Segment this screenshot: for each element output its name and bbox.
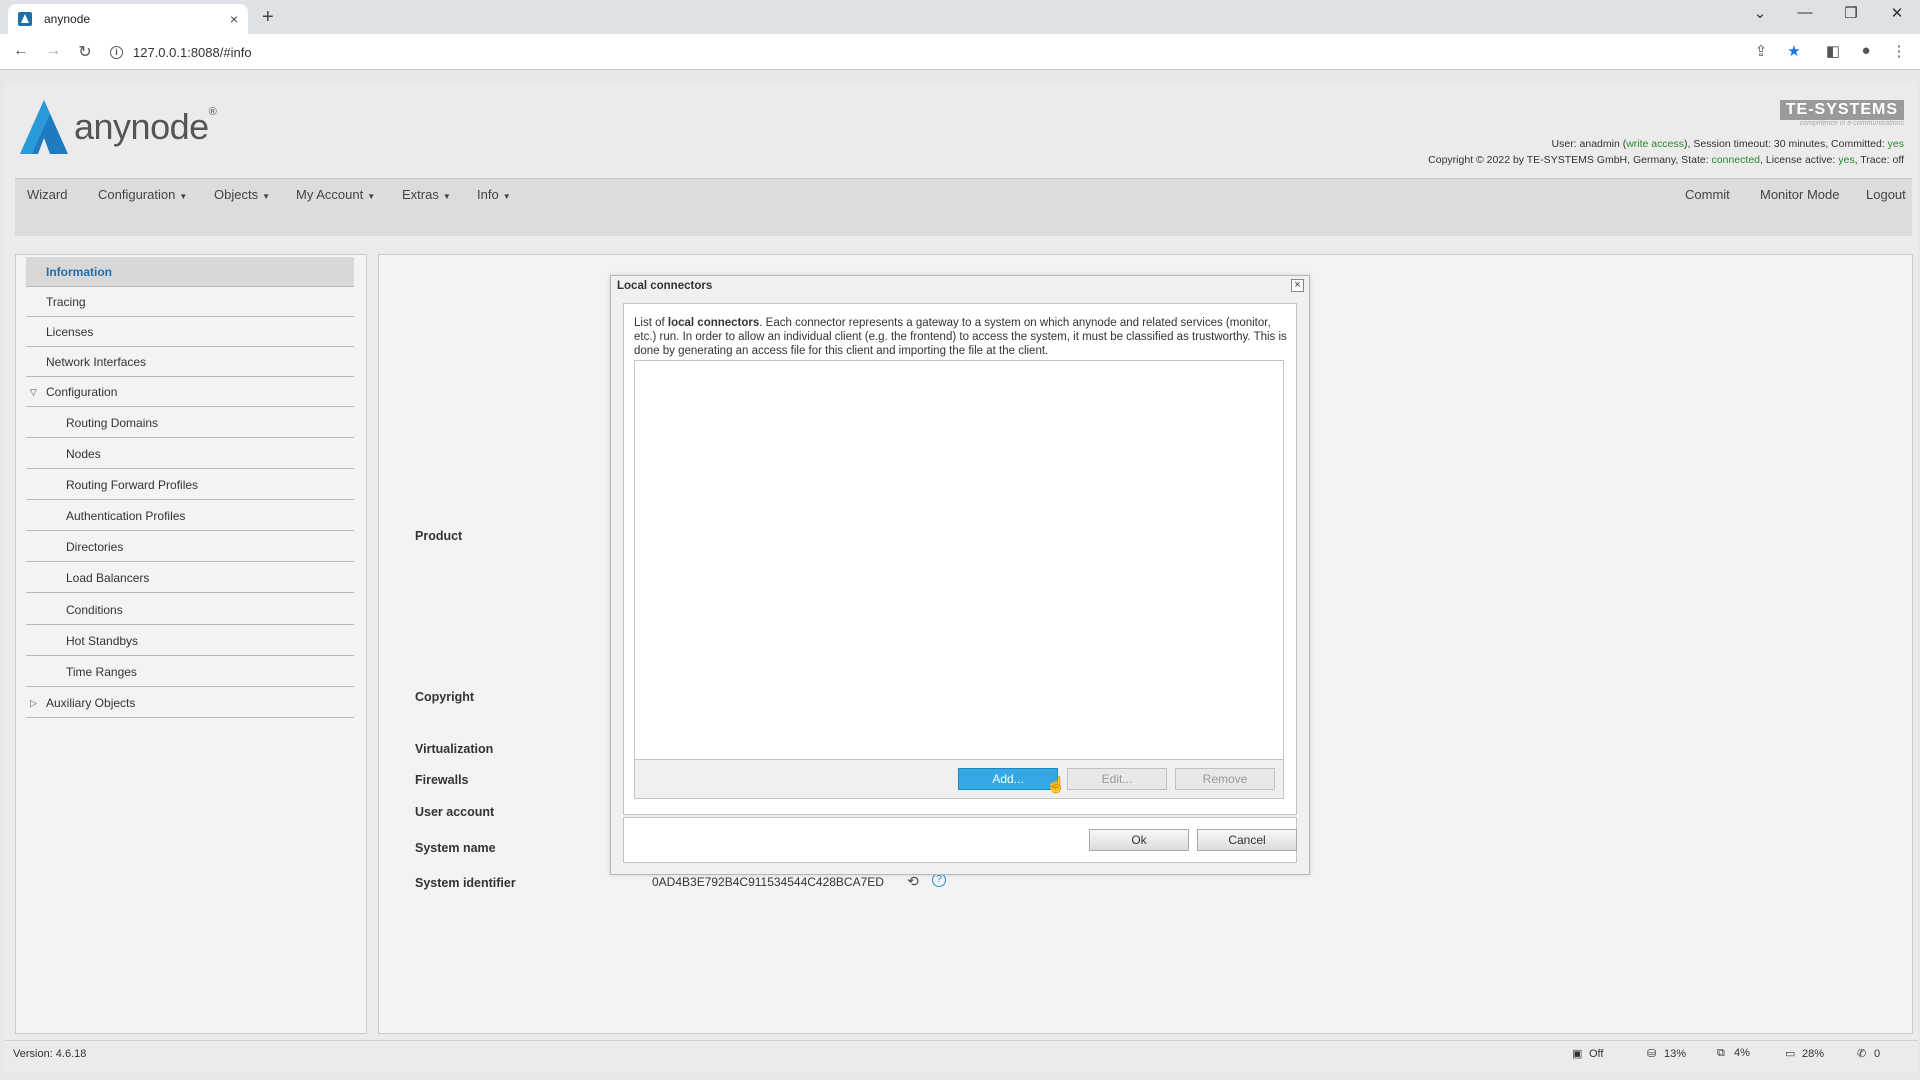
anynode-logo-icon <box>20 100 68 154</box>
sub-toolbar <box>15 210 1912 236</box>
sidebar-item-network-interfaces[interactable]: Network Interfaces <box>26 347 354 377</box>
sidebar-item-load-balancers[interactable]: Load Balancers <box>26 563 354 593</box>
bookmark-star-icon[interactable]: ★ <box>1783 42 1805 60</box>
reload-icon[interactable]: ↻ <box>74 42 96 62</box>
version-text: Version: 4.6.18 <box>13 1048 87 1060</box>
dialog-description: List of local connectors. Each connector… <box>634 317 1287 357</box>
menu-kebab-icon[interactable]: ⋮ <box>1888 42 1910 60</box>
virtualization-label: Virtualization <box>415 742 494 756</box>
menu-wizard[interactable]: Wizard <box>27 187 67 202</box>
list-button-bar: Add... Edit... Remove <box>634 759 1284 799</box>
copyright-label: Copyright <box>415 690 475 704</box>
sidebar-item-routing-domains[interactable]: Routing Domains <box>26 408 354 438</box>
menu-extras[interactable]: Extras ▼ <box>402 187 451 202</box>
sidebar-item-nodes[interactable]: Nodes <box>26 439 354 469</box>
status-bar: Version: 4.6.18 ▣ Off ⛁ 13% ⧉ 4% ▭ 28% ✆ 0 <box>5 1040 1918 1066</box>
forward-icon[interactable]: → <box>42 42 64 60</box>
url-text: 127.0.0.1:8088/#info <box>133 44 252 60</box>
dialog-body: List of local connectors. Each connector… <box>623 303 1297 815</box>
monitor-status: ▣ Off <box>1572 1048 1604 1060</box>
sidebar-item-auxiliary-objects[interactable]: ▷ Auxiliary Objects <box>26 688 354 718</box>
sidebar-item-time-ranges[interactable]: Time Ranges <box>26 657 354 687</box>
sidebar-item-information[interactable]: Information <box>26 257 354 287</box>
minimize-icon[interactable]: — <box>1790 4 1820 21</box>
session-status: User: anadmin (write access), Session ti… <box>1551 138 1904 150</box>
tab-close-icon[interactable]: × <box>230 11 238 27</box>
dialog-footer: Ok Cancel <box>623 817 1297 863</box>
sidebar-item-licenses[interactable]: Licenses <box>26 317 354 347</box>
chevron-down-icon: ▼ <box>262 192 270 201</box>
chevron-down-icon: ▼ <box>502 192 511 201</box>
disk-icon: ⛁ <box>1647 1048 1657 1060</box>
calls-count: ✆ 0 <box>1857 1048 1881 1060</box>
sidebar-item-directories[interactable]: Directories <box>26 532 354 562</box>
firewalls-label: Firewalls <box>415 773 469 787</box>
browser-tab[interactable]: anynode × <box>8 4 248 34</box>
chevron-down-icon: ▼ <box>367 192 376 201</box>
local-connectors-dialog: Local connectors × List of local connect… <box>610 275 1310 875</box>
sidebar: Information Tracing Licenses Network Int… <box>15 254 367 1034</box>
edit-button[interactable]: Edit... <box>1067 768 1167 790</box>
dialog-title: Local connectors <box>617 280 713 292</box>
side-panel-icon[interactable]: ◧ <box>1822 42 1844 60</box>
sidebar-item-authentication-profiles[interactable]: Authentication Profiles <box>26 501 354 531</box>
refresh-icon[interactable]: ⟲ <box>907 873 919 890</box>
menu-my-account[interactable]: My Account ▼ <box>296 187 375 202</box>
sidebar-item-routing-forward-profiles[interactable]: Routing Forward Profiles <box>26 470 354 500</box>
cancel-button[interactable]: Cancel <box>1197 829 1297 851</box>
new-tab-button[interactable]: + <box>262 6 274 29</box>
system-identifier-label: System identifier <box>415 876 516 890</box>
tab-title: anynode <box>44 12 91 26</box>
menu-objects[interactable]: Objects ▼ <box>214 187 270 202</box>
product-label: Product <box>415 529 463 543</box>
disk-usage: ⛁ 13% <box>1647 1048 1687 1060</box>
cpu-icon: ⧉ <box>1717 1047 1725 1059</box>
tab-list-icon[interactable]: ⌄ <box>1745 4 1775 22</box>
sidebar-item-tracing[interactable]: Tracing <box>26 287 354 317</box>
te-systems-logo: TE-SYSTEMS competence in e-communication… <box>1779 100 1904 127</box>
browser-address-bar: ← → ↻ i 127.0.0.1:8088/#info ⇪ ★ ◧ ● ⋮ <box>0 34 1920 70</box>
help-icon[interactable]: ? <box>932 873 946 887</box>
mouse-pointer-icon: ☝ <box>1046 777 1066 794</box>
ok-button[interactable]: Ok <box>1089 829 1189 851</box>
expanded-triangle-icon[interactable]: ▽ <box>30 377 37 407</box>
site-info-icon[interactable]: i <box>110 45 123 59</box>
back-icon[interactable]: ← <box>10 42 32 60</box>
share-icon[interactable]: ⇪ <box>1750 42 1772 60</box>
add-button[interactable]: Add... <box>958 768 1058 790</box>
sidebar-item-configuration[interactable]: ▽ Configuration <box>26 377 354 407</box>
monitor-icon: ▣ <box>1572 1048 1583 1060</box>
logo-text: anynode® <box>74 106 217 147</box>
cpu-usage: ⧉ 4% <box>1717 1047 1750 1059</box>
restore-icon[interactable]: ❐ <box>1836 4 1866 22</box>
memory-usage: ▭ 28% <box>1785 1048 1825 1060</box>
collapsed-triangle-icon[interactable]: ▷ <box>30 688 37 718</box>
profile-icon[interactable]: ● <box>1855 42 1877 59</box>
remove-button[interactable]: Remove <box>1175 768 1275 790</box>
anynode-favicon-icon <box>18 12 32 26</box>
connectors-list[interactable] <box>634 360 1284 760</box>
system-name-label: System name <box>415 841 496 855</box>
menu-commit[interactable]: Commit <box>1685 187 1730 202</box>
calls-icon: ✆ <box>1857 1048 1867 1060</box>
main-menubar: Wizard Configuration ▼ Objects ▼ My Accoun… <box>15 178 1912 210</box>
menu-info[interactable]: Info ▼ <box>477 187 511 202</box>
user-account-label: User account <box>415 805 495 819</box>
copyright-status: Copyright © 2022 by TE-SYSTEMS GmbH, Ger… <box>1428 154 1904 166</box>
dialog-close-icon[interactable]: × <box>1291 279 1304 292</box>
url-field[interactable]: i 127.0.0.1:8088/#info <box>110 39 1750 65</box>
menu-monitor-mode[interactable]: Monitor Mode <box>1760 187 1839 202</box>
memory-icon: ▭ <box>1785 1048 1796 1060</box>
menu-logout[interactable]: Logout <box>1866 187 1906 202</box>
window-close-icon[interactable]: ✕ <box>1882 4 1912 22</box>
menu-configuration[interactable]: Configuration ▼ <box>98 187 187 202</box>
browser-tabbar: anynode × + ⌄ — ❐ ✕ <box>0 0 1920 34</box>
sidebar-item-hot-standbys[interactable]: Hot Standbys <box>26 626 354 656</box>
chevron-down-icon: ▼ <box>179 192 188 201</box>
anynode-logo: anynode® <box>20 100 217 154</box>
sidebar-item-conditions[interactable]: Conditions <box>26 595 354 625</box>
system-identifier-value: 0AD4B3E792B4C911534544C428BCA7ED <box>652 875 884 889</box>
chevron-down-icon: ▼ <box>442 192 451 201</box>
